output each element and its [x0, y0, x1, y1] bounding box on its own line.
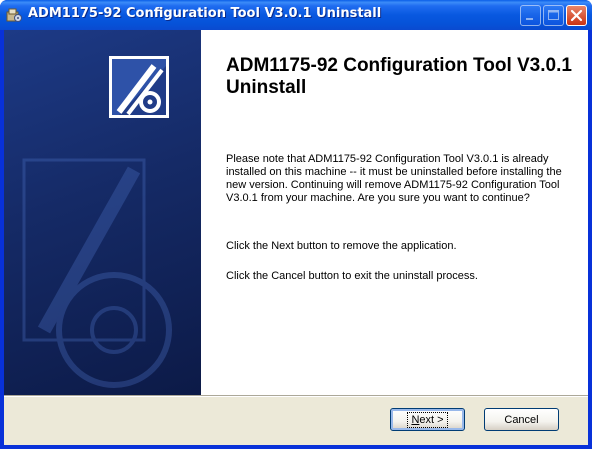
cancel-button-label: Cancel: [504, 413, 539, 426]
close-button[interactable]: [566, 5, 587, 26]
page-heading: ADM1175-92 Configuration Tool V3.0.1 Uni…: [226, 55, 572, 98]
window-title: ADM1175-92 Configuration Tool V3.0.1 Uni…: [28, 6, 382, 21]
uninstall-window: ADM1175-92 Configuration Tool V3.0.1 Uni…: [0, 0, 592, 449]
next-button[interactable]: Next >: [390, 408, 465, 431]
next-instruction-text: Click the Next button to remove the appl…: [226, 240, 457, 252]
side-banner: [4, 30, 201, 395]
installer-icon: [6, 8, 22, 22]
next-button-label: Next >: [407, 411, 448, 428]
footer-separator: [4, 395, 588, 397]
maximize-icon: [548, 10, 559, 20]
content-area: ADM1175-92 Configuration Tool V3.0.1 Uni…: [201, 30, 588, 395]
installer-cd-logo: [22, 56, 172, 388]
title-bar[interactable]: ADM1175-92 Configuration Tool V3.0.1 Uni…: [0, 0, 592, 30]
dialog-client-area: ADM1175-92 Configuration Tool V3.0.1 Uni…: [4, 30, 588, 445]
close-icon: [570, 9, 583, 22]
minimize-button[interactable]: [520, 5, 541, 26]
cancel-instruction-text: Click the Cancel button to exit the unin…: [226, 270, 478, 282]
warning-text: Please note that ADM1175-92 Configuratio…: [226, 153, 562, 204]
minimize-icon: [526, 18, 533, 20]
cancel-button[interactable]: Cancel: [484, 408, 559, 431]
maximize-button[interactable]: [543, 5, 564, 26]
